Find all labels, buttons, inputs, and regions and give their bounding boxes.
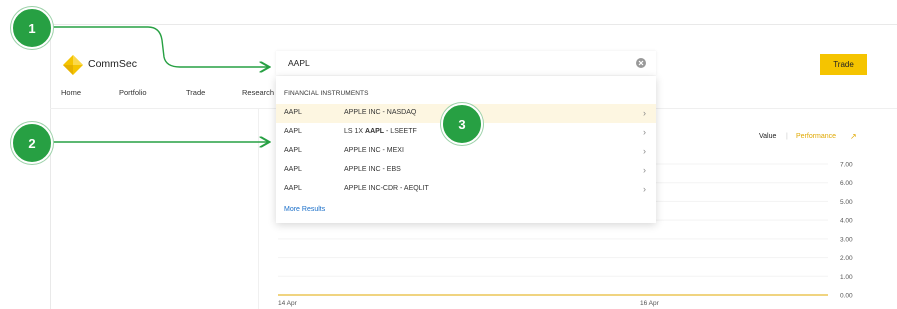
callout-badge-1: 1	[11, 7, 53, 49]
callout-1-arrow	[49, 26, 268, 67]
annotation-arrows	[49, 26, 897, 309]
callout-badge-2: 2	[11, 122, 53, 164]
callout-badge-3: 3	[441, 103, 483, 145]
